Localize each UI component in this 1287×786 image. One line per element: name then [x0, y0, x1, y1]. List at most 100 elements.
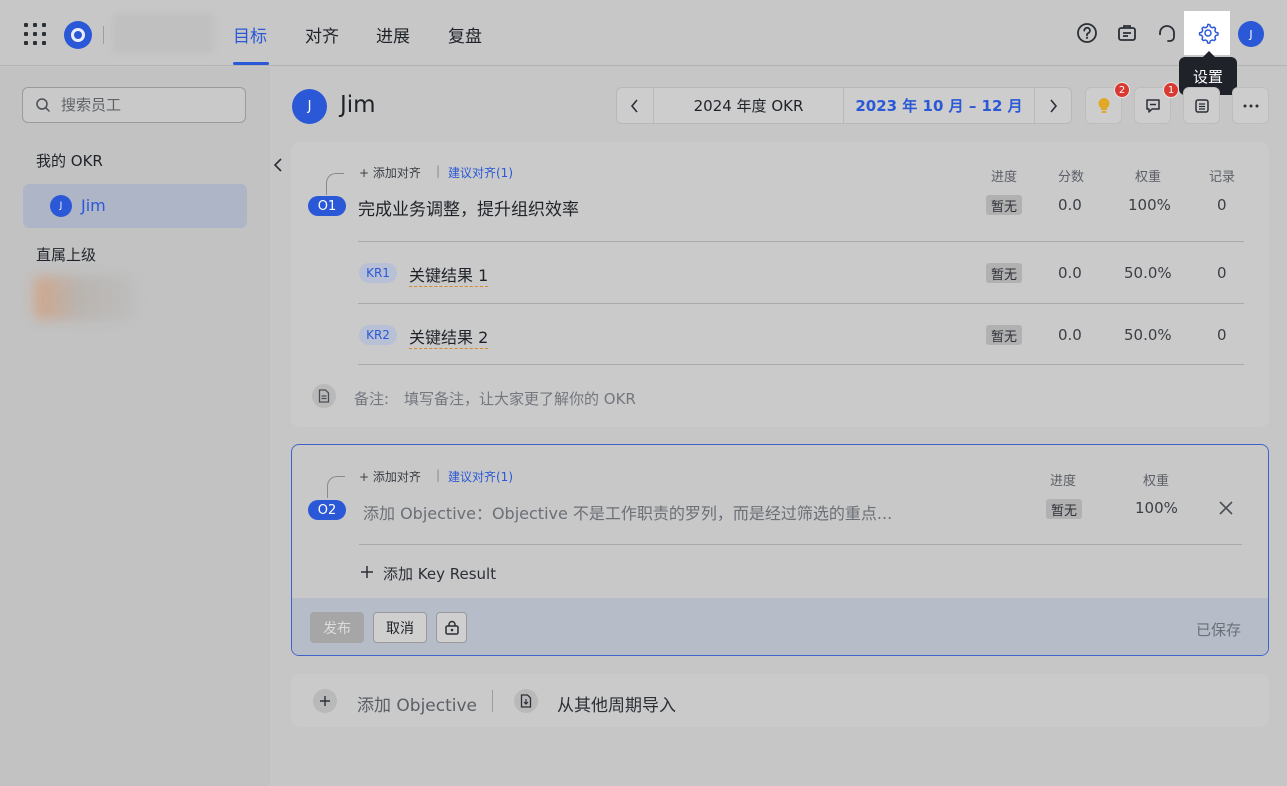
- add-align-link[interactable]: + 添加对齐: [359, 468, 421, 485]
- lock-icon: [444, 620, 459, 635]
- list-view-button[interactable]: [1183, 87, 1220, 124]
- kr-progress-tag[interactable]: 暂无: [986, 263, 1022, 283]
- prev-period-button[interactable]: [617, 88, 654, 123]
- divider: [358, 303, 1244, 304]
- column-progress: 进度: [991, 170, 1018, 185]
- more-button[interactable]: [1232, 87, 1269, 124]
- publish-button[interactable]: 发布: [310, 612, 364, 643]
- briefcase-icon[interactable]: [1116, 22, 1138, 44]
- kr-records[interactable]: 0: [1217, 264, 1227, 282]
- note-input[interactable]: 填写备注，让大家更了解你的 OKR: [404, 388, 636, 409]
- visibility-lock-button[interactable]: [436, 612, 467, 643]
- comments-count-badge: 1: [1163, 82, 1179, 98]
- nav-tab-progress[interactable]: 进展: [376, 22, 410, 47]
- plus-icon: [313, 689, 337, 713]
- objective-pill: O2: [308, 500, 346, 520]
- add-key-result-button[interactable]: 添加 Key Result: [383, 563, 496, 584]
- avatar: J: [50, 195, 72, 217]
- kr-weight[interactable]: 50.0%: [1124, 264, 1172, 282]
- more-horizontal-icon: [1243, 104, 1258, 107]
- kr-title[interactable]: 关键结果 1: [409, 262, 489, 287]
- comment-icon: [1145, 98, 1160, 113]
- next-period-button[interactable]: [1034, 88, 1071, 123]
- suggest-align-link[interactable]: 建议对齐(1): [448, 468, 513, 485]
- progress-tag[interactable]: 暂无: [1046, 499, 1082, 519]
- kr-score[interactable]: 0.0: [1058, 264, 1082, 282]
- search-input[interactable]: [61, 94, 231, 116]
- align-connector: [326, 173, 344, 195]
- align-connector: [327, 476, 345, 498]
- import-from-period-button[interactable]: 从其他周期导入: [557, 691, 676, 716]
- search-icon: [35, 97, 51, 117]
- headset-icon[interactable]: [1156, 22, 1178, 44]
- gear-icon[interactable]: [1197, 22, 1219, 44]
- plus-icon: [360, 564, 374, 583]
- blurred-org-name: [112, 13, 214, 53]
- kr-progress-tag[interactable]: 暂无: [986, 325, 1022, 345]
- year-okr-selector[interactable]: 2024 年度 OKR: [654, 88, 844, 123]
- divider: [492, 690, 493, 712]
- chevron-right-icon: [1050, 98, 1058, 113]
- divider: [358, 241, 1244, 242]
- quarter-selector[interactable]: 2023 年 10 月 – 12 月: [844, 88, 1034, 123]
- add-align-link[interactable]: + 添加对齐: [359, 164, 421, 181]
- sidebar-item-jim[interactable]: J Jim: [23, 184, 247, 228]
- objective-weight[interactable]: 100%: [1135, 499, 1178, 517]
- column-records: 记录: [1209, 170, 1236, 185]
- objective-card-o1: + 添加对齐 | 建议对齐(1) 进度 分数 权重 记录 O1 完成业务调整，提…: [291, 142, 1269, 427]
- chevron-left-icon: [630, 98, 638, 113]
- nav-tab-review[interactable]: 复盘: [448, 22, 482, 47]
- objective-records[interactable]: 0: [1217, 196, 1227, 214]
- sidebar-item-label: Jim: [81, 196, 106, 215]
- close-icon: [1219, 501, 1233, 515]
- nav-tab-goals[interactable]: 目标: [233, 22, 267, 47]
- logo-divider: [103, 26, 104, 44]
- link-separator: |: [436, 164, 441, 178]
- avatar: J: [292, 89, 327, 124]
- delete-objective-button[interactable]: [1218, 500, 1234, 520]
- kr-score[interactable]: 0.0: [1058, 326, 1082, 344]
- column-weight: 权重: [1135, 170, 1162, 185]
- collapse-sidebar-button[interactable]: [268, 148, 288, 182]
- employee-search[interactable]: [22, 87, 246, 123]
- edit-footer: 发布 取消 已保存: [292, 598, 1268, 655]
- sidebar: [0, 67, 270, 786]
- chevron-left-icon: [273, 158, 282, 172]
- superior-label: 直属上级: [36, 246, 97, 264]
- divider: [359, 544, 1242, 545]
- kr-records[interactable]: 0: [1217, 326, 1227, 344]
- nav-tab-align[interactable]: 对齐: [305, 22, 339, 47]
- active-tab-indicator: [233, 62, 269, 65]
- objective-pill: O1: [308, 196, 346, 216]
- help-icon[interactable]: [1076, 22, 1098, 44]
- app-logo[interactable]: [64, 21, 92, 49]
- page-title: Jim: [340, 92, 376, 118]
- kr-pill: KR2: [359, 325, 397, 345]
- period-selector: 2024 年度 OKR 2023 年 10 月 – 12 月: [616, 87, 1072, 124]
- column-progress: 进度: [1050, 474, 1077, 489]
- kr-title[interactable]: 关键结果 2: [409, 324, 489, 349]
- user-avatar[interactable]: J: [1238, 21, 1264, 47]
- progress-tag[interactable]: 暂无: [986, 195, 1022, 215]
- objective-card-o2: + 添加对齐 | 建议对齐(1) 进度 权重 O2 添加 Objective：O…: [291, 444, 1269, 656]
- note-label: 备注:: [354, 390, 390, 408]
- suggest-align-link[interactable]: 建议对齐(1): [448, 164, 513, 181]
- column-weight: 权重: [1143, 474, 1170, 489]
- kr-weight[interactable]: 50.0%: [1124, 326, 1172, 344]
- import-icon: [514, 689, 538, 713]
- my-okr-label: 我的 OKR: [36, 152, 103, 170]
- link-separator: |: [436, 468, 441, 482]
- list-icon: [1194, 98, 1209, 113]
- objective-title[interactable]: 完成业务调整，提升组织效率: [358, 195, 579, 220]
- app-grid-icon[interactable]: [24, 23, 46, 45]
- objective-input[interactable]: 添加 Objective：Objective 不是工作职责的罗列，而是经过筛选的…: [363, 500, 892, 524]
- add-objective-bar: 添加 Objective 从其他周期导入: [291, 674, 1269, 727]
- saved-status: 已保存: [1196, 621, 1242, 639]
- objective-score[interactable]: 0.0: [1058, 196, 1082, 214]
- lightbulb-icon: [1098, 97, 1109, 113]
- ideas-count-badge: 2: [1114, 82, 1130, 98]
- cancel-button[interactable]: 取消: [373, 612, 427, 643]
- add-objective-button[interactable]: 添加 Objective: [357, 691, 477, 716]
- blurred-superior-item[interactable]: [34, 276, 134, 320]
- objective-weight[interactable]: 100%: [1128, 196, 1171, 214]
